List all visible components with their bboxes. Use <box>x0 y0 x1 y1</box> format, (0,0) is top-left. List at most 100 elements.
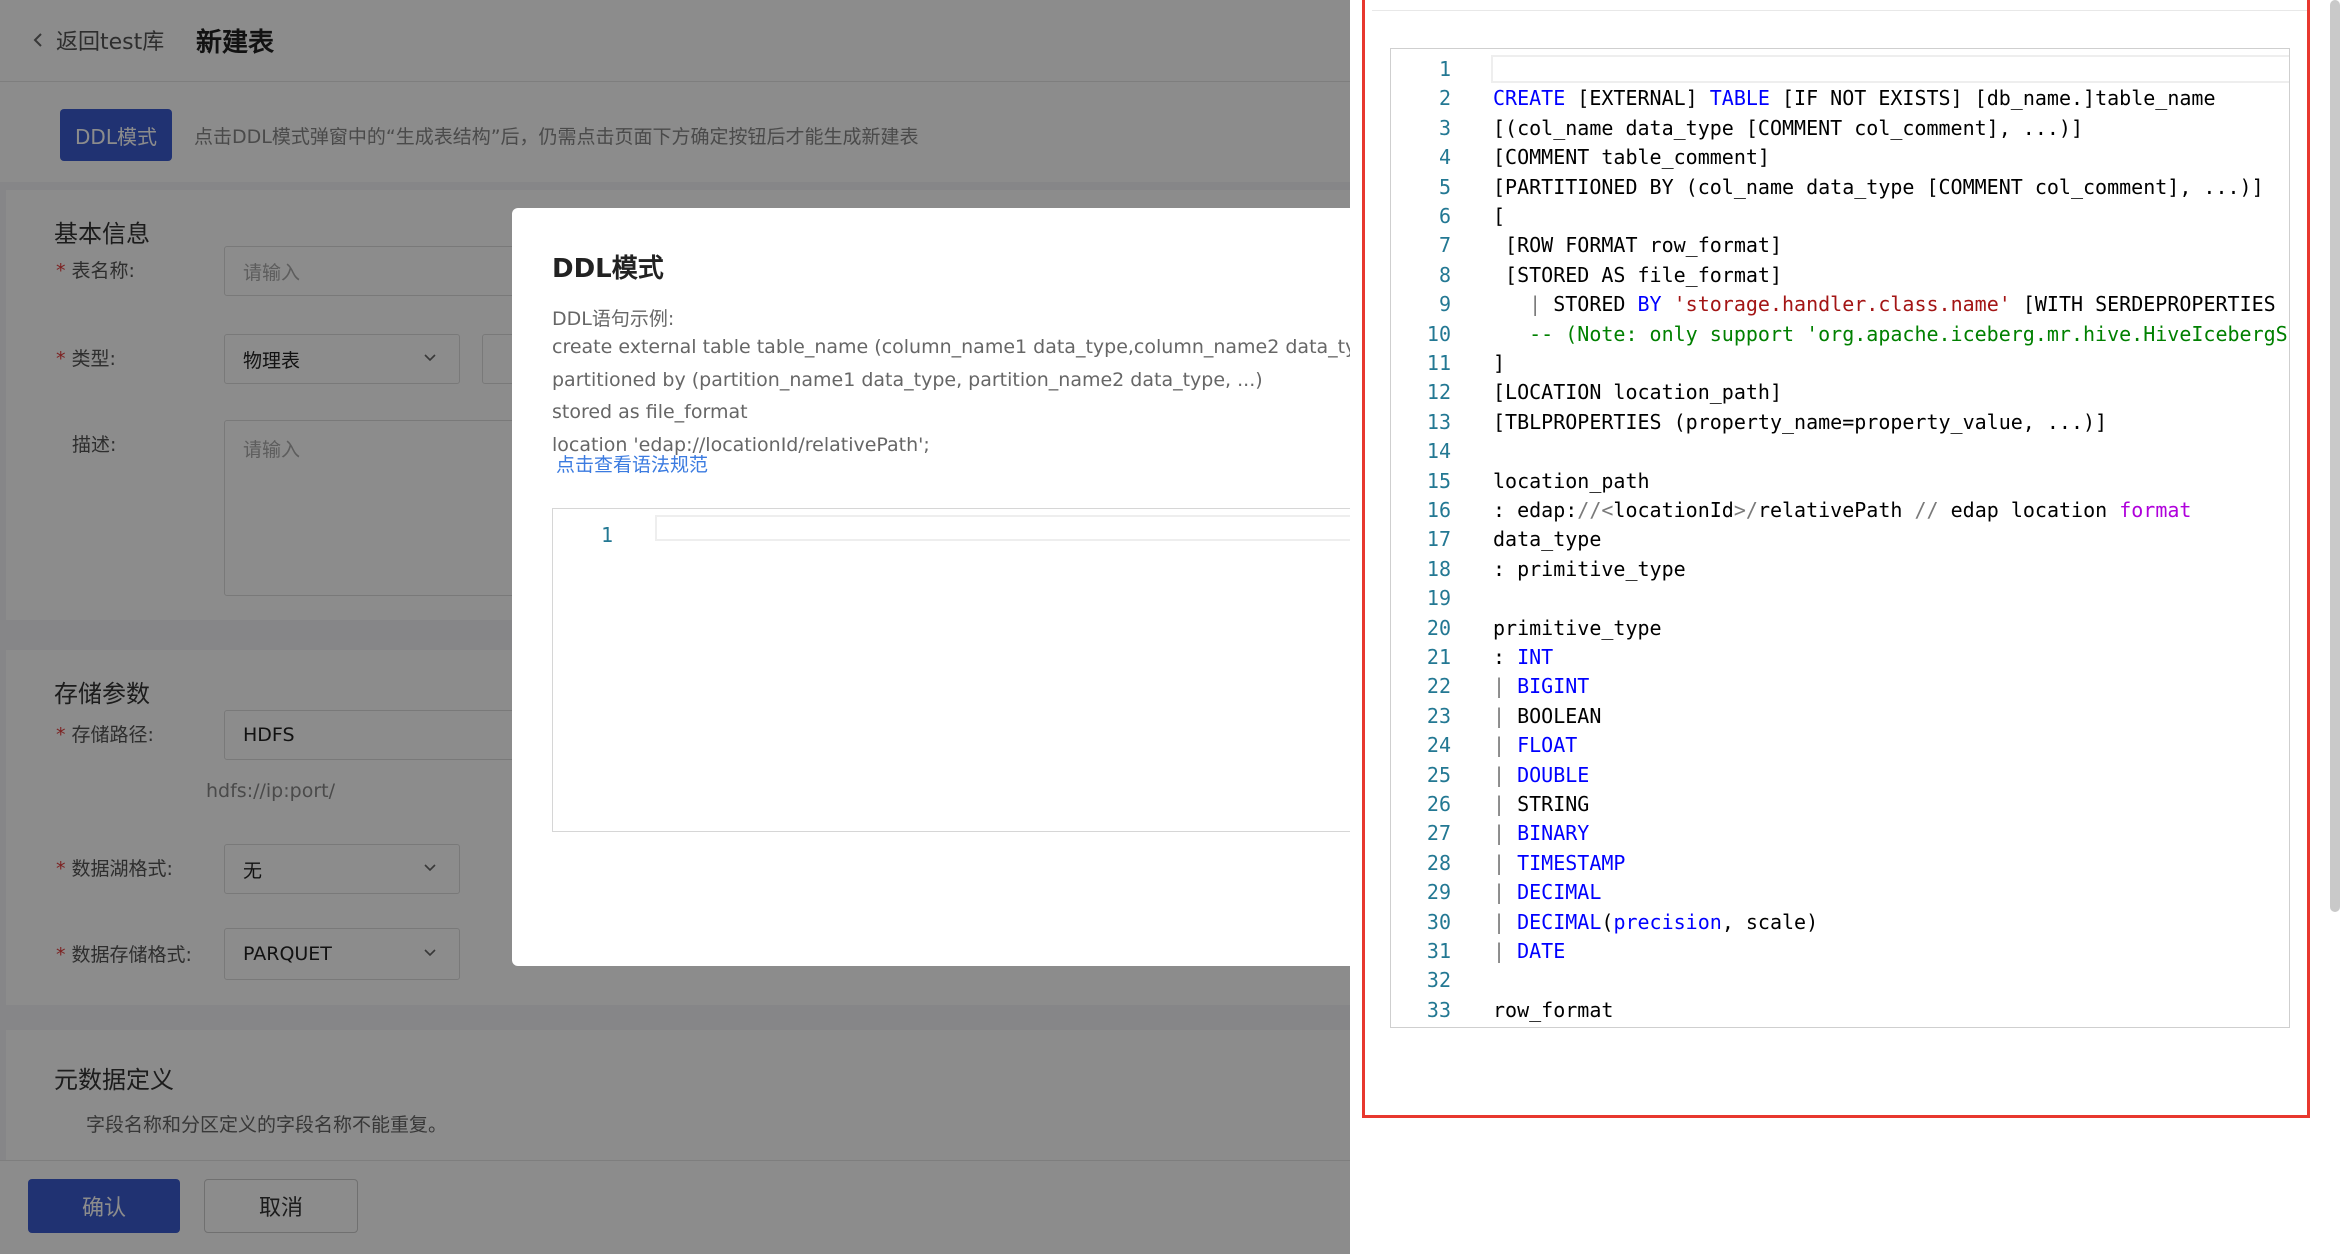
line-number: 11 <box>1426 351 1451 375</box>
line-number: 4 <box>1438 145 1451 170</box>
code-text: | TIMESTAMP <box>1493 850 1626 875</box>
editor-current-line <box>655 515 1350 541</box>
line-number: 1 <box>1438 57 1451 81</box>
line-number: 25 <box>1426 762 1451 787</box>
line-number: 19 <box>1426 586 1451 611</box>
example-line: stored as file_format <box>552 401 748 423</box>
line-number: 12 <box>1426 380 1451 405</box>
code-text: CREATE [EXTERNAL] TABLE [IF NOT EXISTS] … <box>1493 86 2216 111</box>
code-text: | FLOAT <box>1493 733 1578 758</box>
code-line: 28 | TIMESTAMP <box>1391 849 2289 878</box>
code-text: ] <box>1493 351 1506 375</box>
code-line: 5 [PARTITIONED BY (col_name data_type [CO… <box>1391 173 2289 202</box>
ddl-modal: DDL模式 DDL语句示例: create external table tab… <box>512 208 1350 966</box>
code-line: 17 data_type <box>1391 525 2289 554</box>
syntax-spec-link[interactable]: 点击查看语法规范 <box>556 450 708 477</box>
code-line: 30 | DECIMAL(precision, scale) <box>1391 908 2289 937</box>
line-number: 17 <box>1426 527 1451 552</box>
code-text: | DOUBLE <box>1493 762 1590 787</box>
line-number: 32 <box>1426 968 1451 993</box>
modal-title: DDL模式 <box>552 254 664 284</box>
scrollbar-thumb[interactable] <box>2330 0 2340 912</box>
code-line: 27 | BINARY <box>1391 819 2289 848</box>
line-number: 10 <box>1426 321 1451 346</box>
code-text: | DATE <box>1493 939 1566 963</box>
code-line: 10 -- (Note: only support 'org.apache.ic… <box>1391 320 2290 349</box>
line-number: 23 <box>1426 703 1451 728</box>
code-line: 2 CREATE [EXTERNAL] TABLE [IF NOT EXISTS]… <box>1391 84 2289 113</box>
example-line: partitioned by (partition_name1 data_typ… <box>552 369 1263 391</box>
code-text: | DECIMAL(precision, scale) <box>1493 909 1819 934</box>
line-number: 14 <box>1426 439 1451 464</box>
code-text: row_format <box>1493 997 1614 1022</box>
code-line: 19 <box>1391 584 2289 613</box>
example-label: DDL语句示例: <box>552 308 675 330</box>
example-line: create external table table_name (column… <box>552 336 1350 358</box>
code-line: 9 | STORED BY 'storage.handler.class.nam… <box>1391 290 2289 319</box>
line-number: 2 <box>1438 86 1451 111</box>
code-text: [PARTITIONED BY (col_name data_type [COM… <box>1493 174 2264 199</box>
code-text: primitive_type <box>1493 615 1662 640</box>
line-number: 3 <box>1438 115 1451 140</box>
code-text: | DECIMAL <box>1493 880 1602 905</box>
code-line: 22 | BIGINT <box>1391 672 2289 701</box>
code-line: 1 <box>1391 55 2289 84</box>
editor-line-number: 1 <box>601 523 614 547</box>
code-line: 21: INT <box>1391 643 2289 672</box>
code-text: | BOOLEAN <box>1493 703 1602 728</box>
code-text: data_type <box>1493 527 1602 552</box>
line-number: 6 <box>1438 204 1451 228</box>
code-line: 14 <box>1391 437 2289 466</box>
code-line: 18: primitive_type <box>1391 555 2289 584</box>
code-text: | STRING <box>1493 792 1590 816</box>
line-number: 7 <box>1438 233 1451 258</box>
code-line: 8 [STORED AS file_format] <box>1391 261 2289 290</box>
code-line: 11] <box>1391 349 2289 378</box>
line-number: 22 <box>1426 674 1451 699</box>
code-text: [ROW FORMAT row_format] <box>1493 233 1782 258</box>
code-text: | BINARY <box>1493 821 1590 846</box>
code-line: 25 | DOUBLE <box>1391 761 2289 790</box>
line-number: 26 <box>1426 792 1451 816</box>
create-table-page: 返回test库 新建表 DDL模式 点击DDL模式弹窗中的“生成表结构”后，仍需… <box>0 0 1350 1254</box>
code-line: 26 | STRING <box>1391 790 2289 819</box>
line-number: 13 <box>1426 409 1451 434</box>
code-line: 16: edap://<locationId>/relativePath // … <box>1391 496 2289 525</box>
code-line: 13 [TBLPROPERTIES (property_name=property… <box>1391 408 2289 437</box>
code-line: 3 [(col_name data_type [COMMENT col_comme… <box>1391 114 2289 143</box>
line-number: 8 <box>1438 262 1451 287</box>
code-text: [STORED AS file_format] <box>1493 262 1782 287</box>
line-number: 28 <box>1426 850 1451 875</box>
code-line: 6[ <box>1391 202 2289 231</box>
line-number: 16 <box>1426 498 1451 522</box>
line-number: 5 <box>1438 174 1451 199</box>
line-number: 20 <box>1426 615 1451 640</box>
code-text: [(col_name data_type [COMMENT col_commen… <box>1493 115 2084 140</box>
code-text: -- (Note: only support 'org.apache.icebe… <box>1529 321 2290 346</box>
syntax-code-editor[interactable]: 1 2 CREATE [EXTERNAL] TABLE [IF NOT EXISTS… <box>1390 48 2290 1028</box>
code-line: 33 row_format <box>1391 996 2289 1025</box>
code-text: location_path <box>1493 468 1650 493</box>
code-text: | STORED BY 'storage.handler.class.name'… <box>1529 292 2289 317</box>
line-number: 27 <box>1426 821 1451 846</box>
line-number: 24 <box>1426 733 1451 758</box>
code-text: [COMMENT table_comment] <box>1493 145 1770 170</box>
code-text: : INT <box>1493 645 1554 669</box>
code-line: 31 | DATE <box>1391 937 2289 966</box>
code-line: 4 [COMMENT table_comment] <box>1391 143 2289 172</box>
code-text: : primitive_type <box>1493 556 1686 581</box>
line-number: 15 <box>1426 468 1451 493</box>
code-text: | BIGINT <box>1493 674 1590 699</box>
code-line: 23 | BOOLEAN <box>1391 702 2289 731</box>
code-line: 20 primitive_type <box>1391 614 2289 643</box>
line-number: 9 <box>1438 292 1451 317</box>
syntax-reference-panel: 1 2 CREATE [EXTERNAL] TABLE [IF NOT EXISTS… <box>1350 0 2352 1254</box>
code-line: 32 <box>1391 966 2289 995</box>
ddl-editor[interactable]: 1 <box>552 508 1350 832</box>
code-line: 7 [ROW FORMAT row_format] <box>1391 231 2289 260</box>
code-line: 29 | DECIMAL <box>1391 878 2289 907</box>
code-line: 24 | FLOAT <box>1391 731 2289 760</box>
line-number: 30 <box>1426 909 1451 934</box>
line-number: 29 <box>1426 880 1451 905</box>
code-text: [ <box>1493 204 1506 228</box>
